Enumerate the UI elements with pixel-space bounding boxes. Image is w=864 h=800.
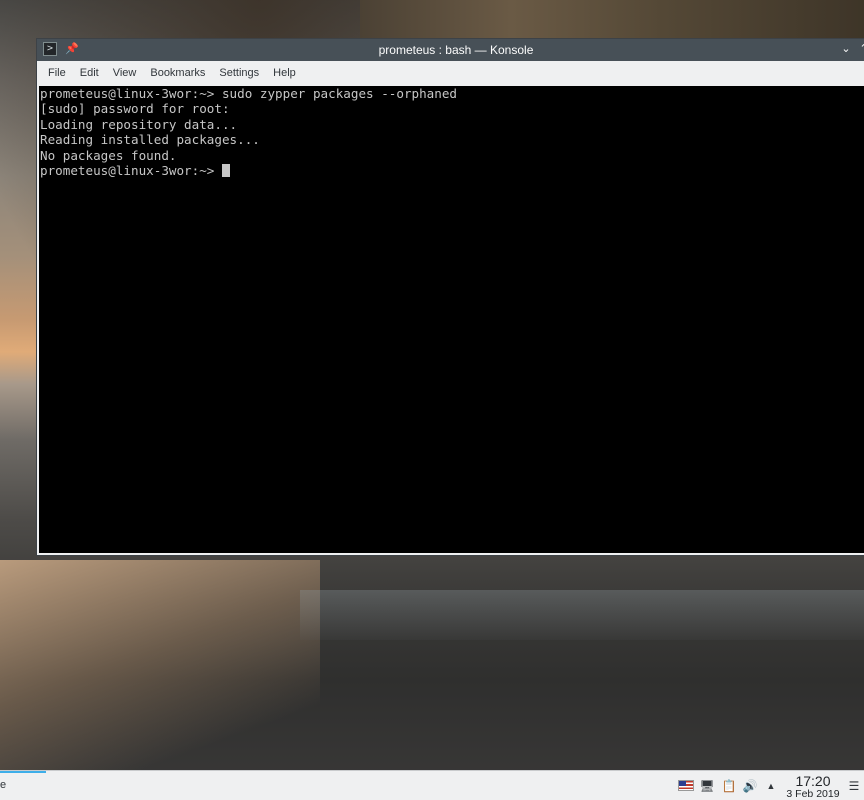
wallpaper-water [300, 590, 864, 640]
clipboard-icon[interactable]: 📋 [721, 778, 737, 794]
menu-help[interactable]: Help [266, 61, 303, 85]
menu-settings[interactable]: Settings [212, 61, 266, 85]
desktop-wallpaper: > 📌 prometeus : bash — Konsole ⌄ ⌃ File … [0, 0, 864, 800]
terminal-cursor [221, 163, 230, 177]
terminal-output[interactable]: prometeus@linux-3wor:~> sudo zypper pack… [39, 86, 864, 553]
taskbar-task-label[interactable]: e [0, 779, 6, 791]
wallpaper-sand [0, 560, 320, 770]
menu-file[interactable]: File [41, 61, 73, 85]
menu-bookmarks[interactable]: Bookmarks [143, 61, 212, 85]
terminal-prompt: prometeus@linux-3wor:~> [40, 162, 222, 178]
terminal-line: prometeus@linux-3wor:~> sudo zypper pack… [40, 86, 458, 101]
expand-tray-icon[interactable]: ▲ [763, 778, 779, 794]
hamburger-icon[interactable]: ☰ [846, 778, 862, 794]
menu-edit[interactable]: Edit [73, 61, 106, 85]
wallpaper-rocks [360, 0, 864, 40]
minimize-chevron-icon[interactable]: ⌄ [839, 42, 853, 56]
terminal-line: Loading repository data... [40, 116, 238, 132]
us-flag-icon[interactable] [678, 780, 694, 791]
clock-date[interactable]: 3 Feb 2019 [780, 788, 846, 800]
terminal-line: [sudo] password for root: [40, 101, 230, 117]
window-title: prometeus : bash — Konsole [378, 43, 534, 57]
network-icon[interactable]: 🖥 [699, 778, 715, 794]
window-titlebar[interactable]: > 📌 prometeus : bash — Konsole ⌄ ⌃ [37, 39, 864, 61]
terminal-line: Reading installed packages... [40, 132, 260, 148]
clock-time[interactable]: 17:20 [790, 773, 836, 789]
menubar: File Edit View Bookmarks Settings Help [37, 61, 864, 85]
menu-view[interactable]: View [106, 61, 144, 85]
terminal-line: No packages found. [40, 147, 177, 163]
active-task-indicator [0, 771, 46, 773]
taskbar: e 🖥 📋 🔊 ▲ 17:20 3 Feb 2019 ☰ [0, 770, 864, 800]
terminal-prompt-line[interactable]: prometeus@linux-3wor:~> [40, 163, 864, 178]
volume-icon[interactable]: 🔊 [742, 778, 758, 794]
konsole-window[interactable]: > 📌 prometeus : bash — Konsole ⌄ ⌃ File … [36, 38, 864, 556]
maximize-icon[interactable]: ⌃ [857, 42, 864, 56]
